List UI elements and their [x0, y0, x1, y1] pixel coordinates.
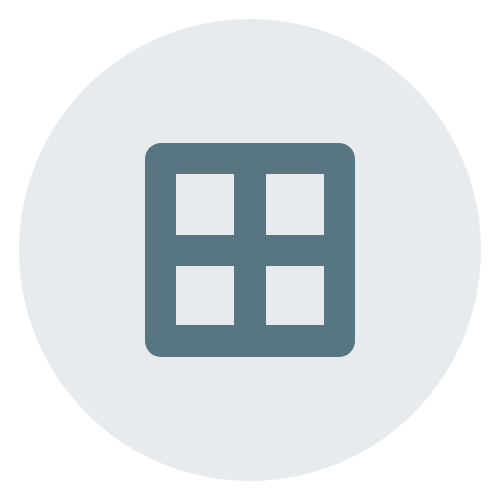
icon-canvas — [0, 0, 500, 500]
grid-view-button[interactable] — [19, 19, 481, 481]
grid-cell-top-right — [266, 174, 324, 235]
grid-view-icon — [145, 143, 355, 357]
grid-cell-bottom-right — [266, 266, 324, 325]
grid-cell-top-left — [176, 174, 234, 235]
grid-cell-bottom-left — [176, 266, 234, 325]
